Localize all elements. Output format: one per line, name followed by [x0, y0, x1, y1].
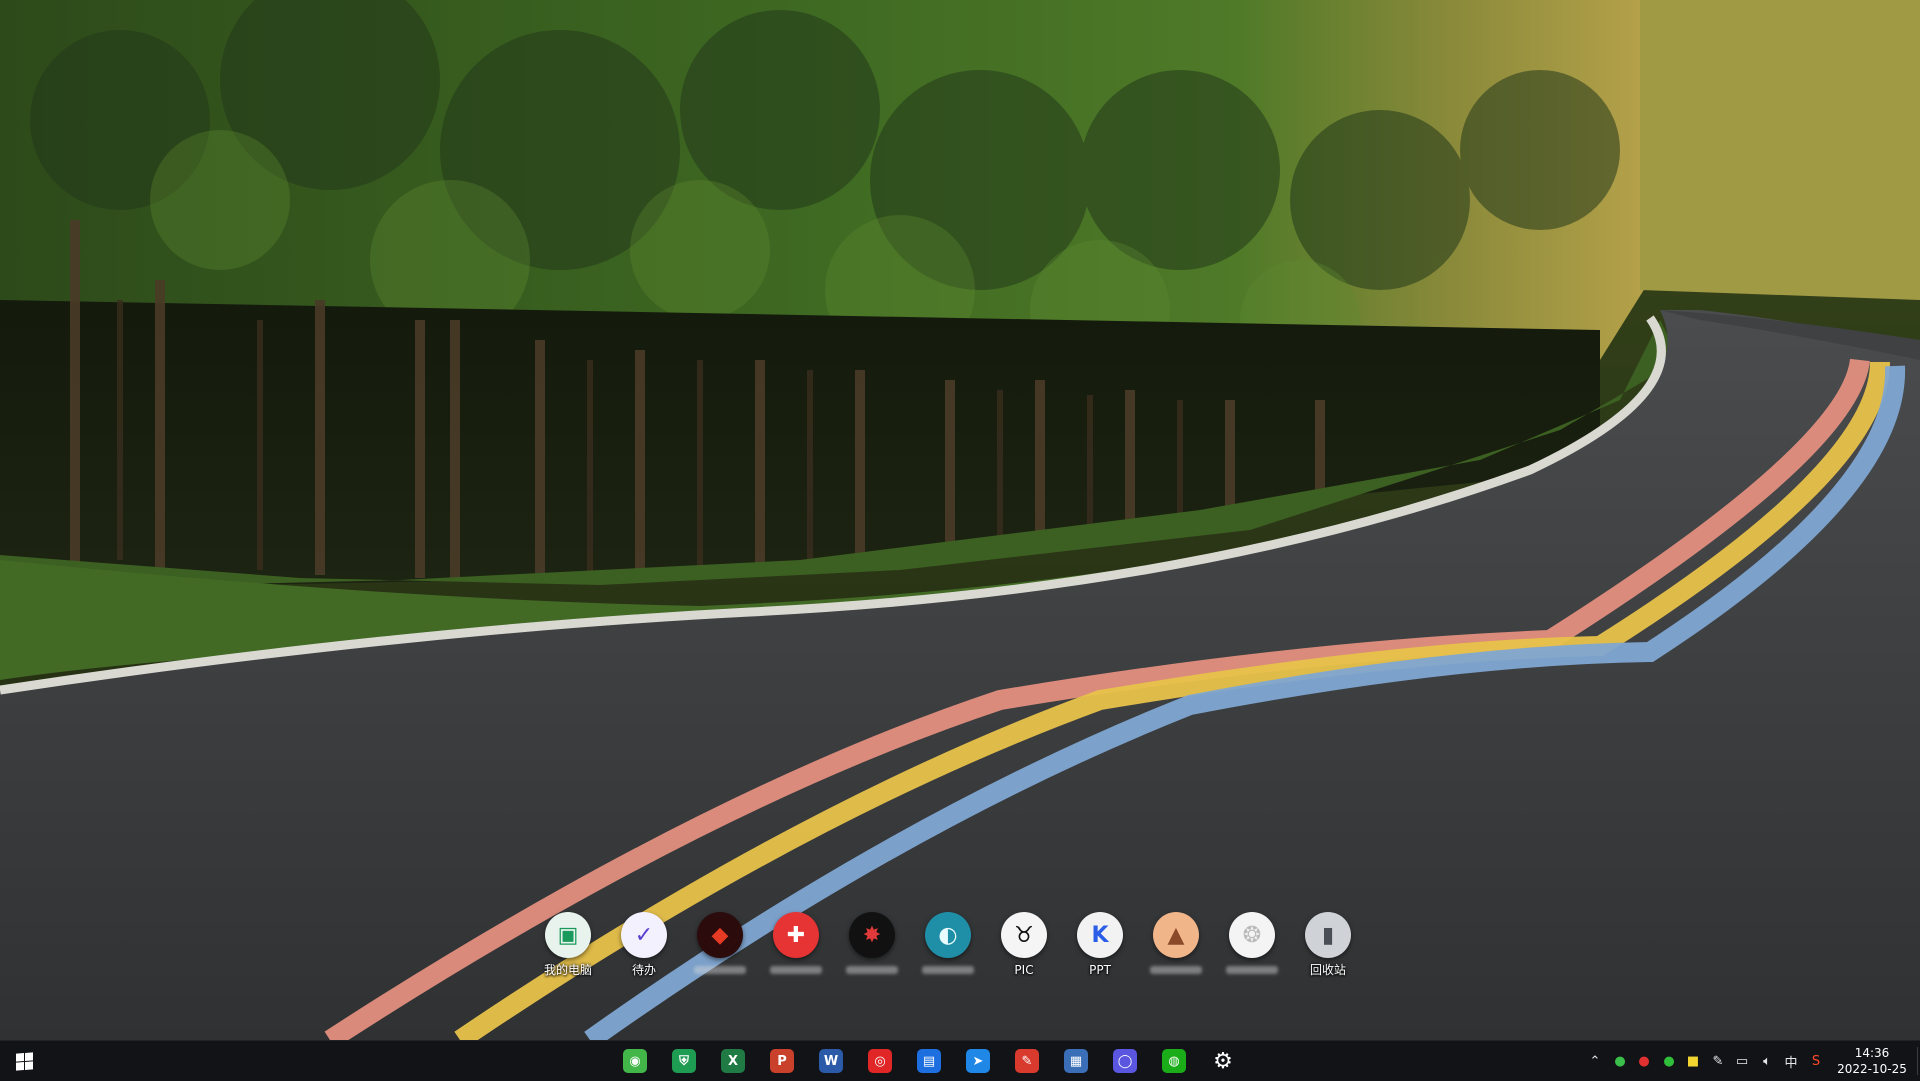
blurred-label [1150, 966, 1202, 974]
blue-arrow-icon: ➤ [966, 1049, 990, 1073]
desktop-shortcut-label: 回收站 [1309, 963, 1346, 977]
taskbar-app-button[interactable]: ⚙ [1199, 1041, 1247, 1081]
pen-tray-icon: ✎ [1712, 1053, 1724, 1069]
k-letter-icon: K [1077, 912, 1123, 958]
desktop-shortcut[interactable]: ▣ 我的电脑 [530, 912, 606, 984]
taskbar-clock[interactable]: 14:36 2022-10-25 [1834, 1041, 1910, 1081]
lion-head-icon: ❂ [1229, 912, 1275, 958]
desktop-shortcut[interactable]: ♉ PIC [986, 912, 1062, 984]
fox-app-icon: ◆ [697, 912, 743, 958]
desktop-shortcut-label: 我的电脑 [543, 963, 592, 977]
blurred-label [694, 966, 746, 974]
tray-item[interactable]: ✎ [1706, 1041, 1730, 1081]
tray-item[interactable]: ▭ [1730, 1041, 1754, 1081]
teal-wave-app-icon: ◐ [925, 912, 971, 958]
desktop-shortcut[interactable]: ◆ [682, 912, 758, 984]
red-tools-icon: ✎ [1015, 1049, 1039, 1073]
clock-time: 14:36 [1854, 1046, 1890, 1060]
taskbar-app-button[interactable]: ◯ [1101, 1041, 1149, 1081]
tray-item[interactable]: ⌃ [1583, 1041, 1607, 1081]
green-tray-icon: ● [1614, 1053, 1626, 1069]
computer-shield-icon: ▣ [545, 912, 591, 958]
dark-star-app-icon: ✸ [849, 912, 895, 958]
windows-logo-icon [15, 1051, 33, 1071]
taskbar-app-button[interactable]: W [807, 1041, 855, 1081]
desktop-shortcut-label: 待办 [631, 963, 656, 977]
todo-clock-icon: ✓ [621, 912, 667, 958]
desktop-shortcut[interactable]: ✚ [758, 912, 834, 984]
tray-item[interactable]: ● [1632, 1041, 1656, 1081]
red-app-icon: ✚ [773, 912, 819, 958]
blurred-label [770, 966, 822, 974]
start-button[interactable] [0, 1041, 48, 1081]
wechat-tray-icon: ● [1663, 1053, 1675, 1069]
taskbar-app-button[interactable]: ◍ [1150, 1041, 1198, 1081]
ime-indicator: 中 [1784, 1055, 1798, 1071]
taskbar-app-button[interactable]: ✎ [1003, 1041, 1051, 1081]
desktop-shortcut[interactable]: K PPT [1062, 912, 1138, 984]
tray-item[interactable]: ● [1608, 1041, 1632, 1081]
tray-item[interactable]: 🔈︎ [1755, 1041, 1779, 1081]
chevron-up-icon: ⌃ [1589, 1053, 1601, 1069]
blue-board-icon: ▤ [917, 1049, 941, 1073]
taskbar-app-button[interactable]: ◎ [856, 1041, 904, 1081]
bull-head-icon: ♉ [1001, 912, 1047, 958]
sticky-note-icon: ■ [1686, 1053, 1700, 1069]
excel-icon: X [721, 1049, 745, 1073]
tray-item[interactable]: ■ [1681, 1041, 1705, 1081]
tray-item[interactable]: S [1804, 1041, 1828, 1081]
desktop-shortcut[interactable]: ❂ [1214, 912, 1290, 984]
recycle-bin-icon: ▮ [1305, 912, 1351, 958]
taskbar-app-button[interactable]: ◉ [611, 1041, 659, 1081]
desktop-shortcut[interactable]: ▮ 回收站 [1290, 912, 1366, 984]
taskbar-app-button[interactable]: ▤ [905, 1041, 953, 1081]
tray-item[interactable]: ● [1657, 1041, 1681, 1081]
mountain-landscape-icon: ▲ [1153, 912, 1199, 958]
blurred-label [1226, 966, 1278, 974]
taskbar-app-button[interactable]: ▦ [1052, 1041, 1100, 1081]
desktop-shortcut-label: PIC [1014, 963, 1034, 977]
taskbar: ◉ ⛨ X P W ◎ ▤ ➤ ✎ ▦ ◯ ◍ ⚙ ⌃ ● ● ● ■ ✎ ▭ 🔈︎ 中 S 14:36 2022-10-… [0, 1040, 1920, 1081]
wechat-icon: ◍ [1162, 1049, 1186, 1073]
calculator-icon: ▦ [1064, 1049, 1088, 1073]
circle-app-icon: ◯ [1113, 1049, 1137, 1073]
powerpoint-icon: P [770, 1049, 794, 1073]
netease-music-icon: ◎ [868, 1049, 892, 1073]
desktop-shortcut-label: PPT [1089, 963, 1111, 977]
desktop-shortcut[interactable]: ◐ [910, 912, 986, 984]
desktop-shortcut[interactable]: ▲ [1138, 912, 1214, 984]
blurred-label [922, 966, 974, 974]
netease-tray-icon: ● [1638, 1053, 1650, 1069]
desktop-shortcut[interactable]: ✓ 待办 [606, 912, 682, 984]
taskbar-app-button[interactable]: ➤ [954, 1041, 1002, 1081]
blurred-label [846, 966, 898, 974]
taskbar-app-button[interactable]: P [758, 1041, 806, 1081]
taskbar-app-button[interactable]: X [709, 1041, 757, 1081]
taskbar-app-button[interactable]: ⛨ [660, 1041, 708, 1081]
green-shield-icon: ⛨ [672, 1049, 696, 1073]
green-browser-icon: ◉ [623, 1049, 647, 1073]
tray-item[interactable]: 中 [1779, 1041, 1803, 1081]
clock-date: 2022-10-25 [1837, 1062, 1907, 1076]
word-icon: W [819, 1049, 843, 1073]
gear-icon: ⚙ [1213, 1048, 1233, 1074]
desktop-dock: ▣ 我的电脑 ✓ 待办 ◆ ✚ ✸ ◐ ♉ PIC K PPT ▲ ❂ ▮ 回收站 [530, 912, 1351, 984]
volume-icon: 🔈︎ [1763, 1053, 1771, 1069]
desktop-shortcut[interactable]: ✸ [834, 912, 910, 984]
desktop-wallpaper [0, 0, 1920, 1040]
network-icon: ▭ [1735, 1053, 1749, 1069]
sogou-input-icon: S [1811, 1053, 1821, 1069]
